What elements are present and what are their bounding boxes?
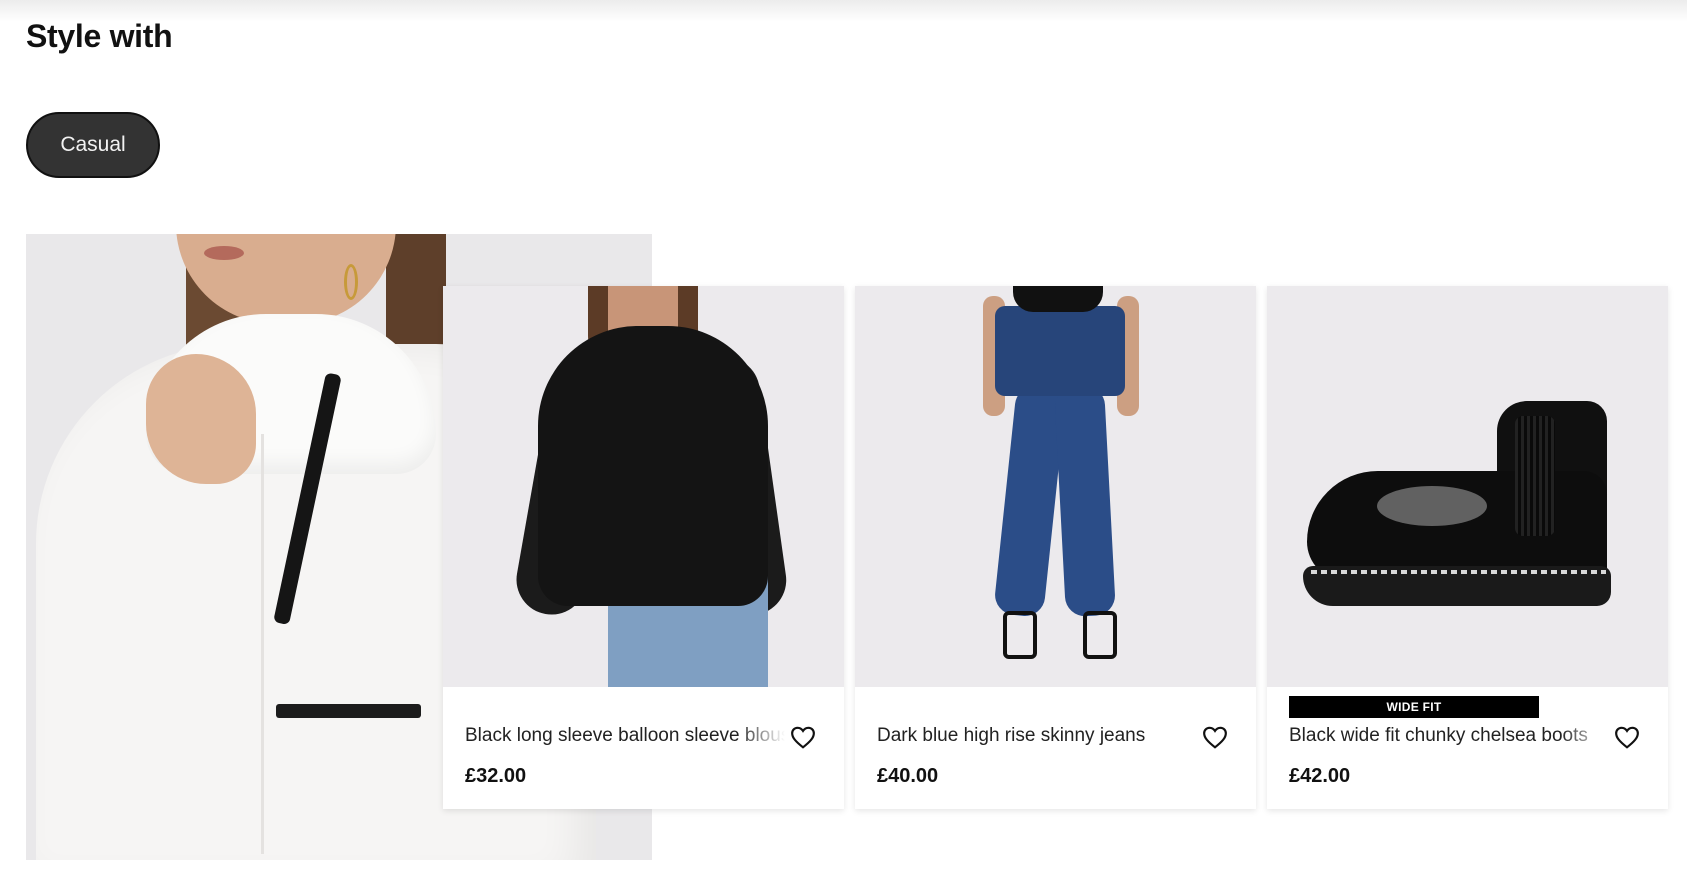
top-shadow (0, 0, 1687, 22)
heart-icon[interactable] (1614, 725, 1640, 749)
product-price: £42.00 (1289, 765, 1351, 787)
section-title: Style with (26, 18, 173, 54)
product-card-jeans[interactable]: Dark blue high rise skinny jeans £40.00 (855, 286, 1256, 809)
product-image[interactable] (855, 286, 1256, 687)
product-card-boots[interactable]: WIDE FIT Black wide fit chunky chelsea b… (1267, 286, 1668, 809)
product-name[interactable]: Black wide fit chunky chelsea boots (1289, 725, 1609, 747)
product-image[interactable] (1267, 286, 1668, 687)
wide-fit-badge: WIDE FIT (1289, 696, 1539, 718)
product-card-blouse[interactable]: Black long sleeve balloon sleeve blouse … (443, 286, 844, 809)
heart-icon[interactable] (1202, 725, 1228, 749)
product-name[interactable]: Dark blue high rise skinny jeans (877, 725, 1197, 747)
product-price: £32.00 (465, 765, 527, 787)
product-image[interactable] (443, 286, 844, 687)
product-name[interactable]: Black long sleeve balloon sleeve blouse (465, 725, 785, 747)
heart-icon[interactable] (790, 725, 816, 749)
casual-filter-chip[interactable]: Casual (26, 112, 160, 178)
product-price: £40.00 (877, 765, 939, 787)
